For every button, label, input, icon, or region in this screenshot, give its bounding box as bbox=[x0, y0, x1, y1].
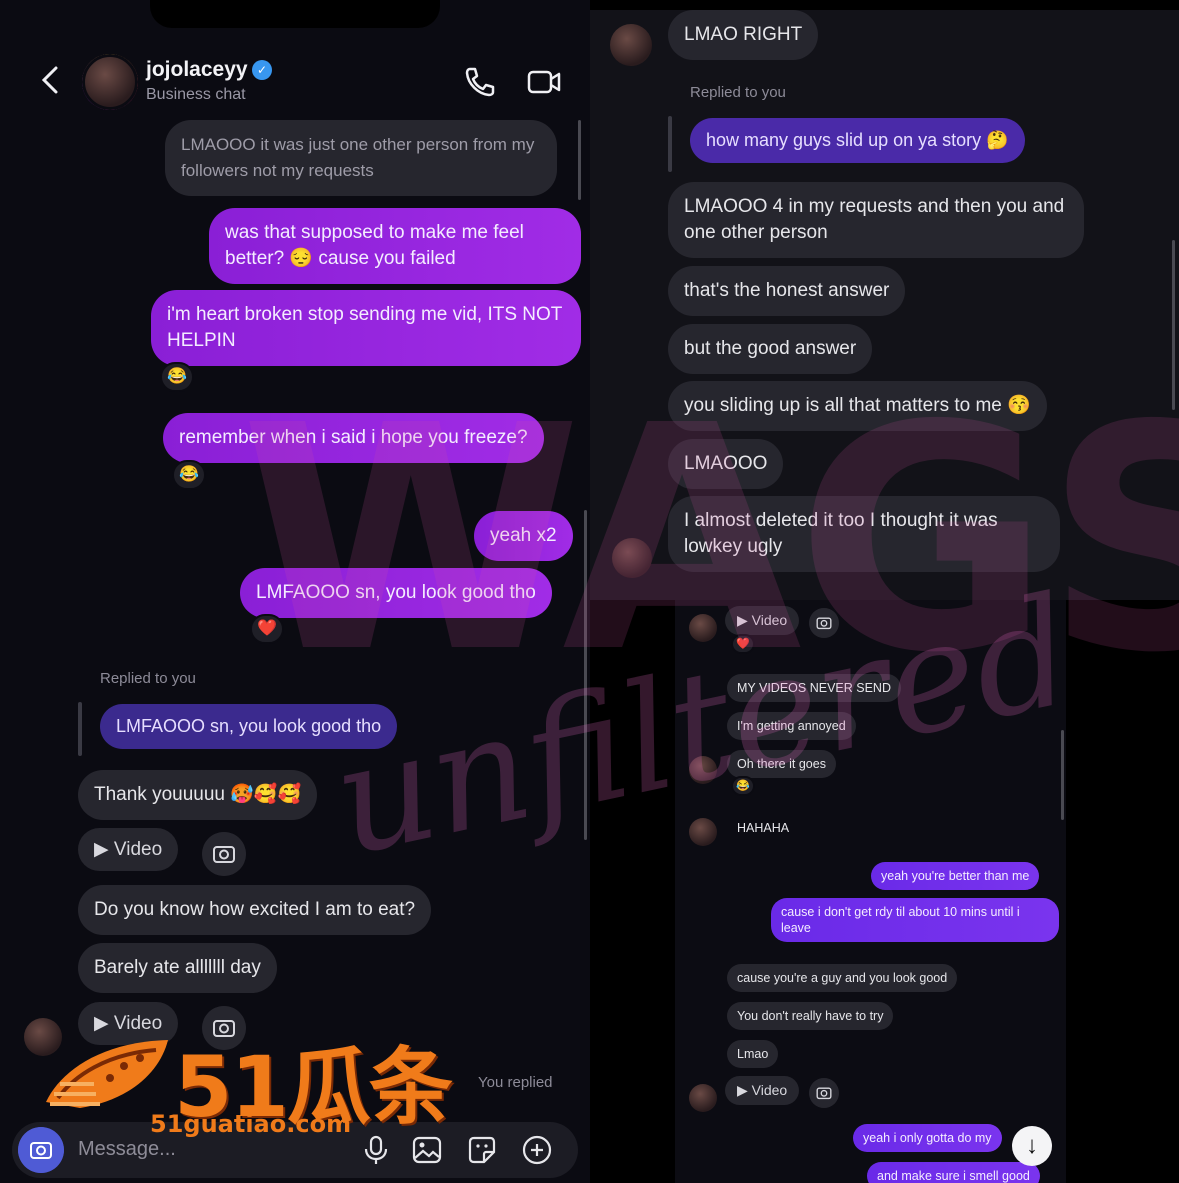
camera-button-icon[interactable] bbox=[18, 1127, 64, 1173]
play-icon: ▶ bbox=[737, 1082, 752, 1098]
video-attachment[interactable]: ▶ Video bbox=[725, 1076, 800, 1105]
site-url: 51guatiao.com bbox=[150, 1110, 352, 1138]
left-screenshot: jojolaceyy ✓ Business chat LMAOOO it was… bbox=[0, 0, 590, 1183]
video-camera-icon[interactable] bbox=[526, 64, 562, 100]
message-outgoing[interactable]: yeah x2 bbox=[474, 511, 573, 561]
watermelon-logo-icon bbox=[46, 1040, 168, 1108]
reaction-emoji[interactable]: ❤️ bbox=[250, 614, 284, 644]
reply-quote[interactable]: how many guys slid up on ya story 🤔 bbox=[690, 118, 1025, 163]
sticker-icon[interactable] bbox=[466, 1134, 498, 1166]
message-incoming[interactable]: Do you know how excited I am to eat? bbox=[78, 885, 432, 935]
phone-notch bbox=[150, 0, 440, 28]
message-incoming[interactable]: but the good answer bbox=[668, 324, 873, 374]
video-label: Video bbox=[113, 1013, 163, 1034]
reaction-emoji[interactable]: 😂 bbox=[731, 776, 755, 796]
video-attachment[interactable]: ▶ Video bbox=[78, 828, 179, 871]
right-bottom-screenshot: ▶ Video ❤️ MY VIDEOS NEVER SEND I'm gett… bbox=[675, 600, 1066, 1183]
message-incoming[interactable]: HAHAHA bbox=[727, 814, 799, 842]
sender-avatar[interactable] bbox=[689, 614, 717, 642]
play-icon: ▶ bbox=[94, 1013, 114, 1034]
avatar[interactable] bbox=[82, 54, 138, 110]
message-incoming[interactable]: you sliding up is all that matters to me… bbox=[668, 381, 1047, 431]
message-outgoing[interactable]: yeah i only gotta do my bbox=[853, 1124, 1002, 1152]
message-incoming[interactable]: Thank youuuuu 🥵🥰🥰 bbox=[78, 770, 318, 820]
chat-subtitle: Business chat bbox=[146, 86, 246, 103]
video-label: Video bbox=[751, 1082, 788, 1098]
replied-label: Replied to you bbox=[100, 670, 196, 687]
message-incoming[interactable]: You don't really have to try bbox=[727, 1002, 894, 1030]
message-outgoing[interactable]: and make sure i smell good bbox=[867, 1162, 1040, 1183]
message-incoming[interactable]: MY VIDEOS NEVER SEND bbox=[727, 674, 901, 702]
you-replied-label: You replied bbox=[478, 1074, 553, 1091]
scrollbar[interactable] bbox=[584, 510, 587, 840]
camera-icon[interactable] bbox=[809, 1078, 839, 1108]
message-incoming[interactable]: Oh there it goes bbox=[727, 750, 836, 778]
sender-avatar[interactable] bbox=[612, 538, 652, 578]
message-incoming[interactable]: LMAO RIGHT bbox=[668, 10, 819, 60]
sender-avatar[interactable] bbox=[689, 818, 717, 846]
reaction-emoji[interactable]: 😂 bbox=[172, 460, 206, 490]
message-outgoing[interactable]: LMFAOOO sn, you look good tho bbox=[240, 568, 552, 618]
sender-avatar[interactable] bbox=[610, 24, 652, 66]
arrow-down-icon[interactable]: ↓ bbox=[1012, 1126, 1052, 1166]
sender-avatar[interactable] bbox=[689, 1084, 717, 1112]
message-outgoing[interactable]: remember when i said i hope you freeze? bbox=[163, 413, 544, 463]
video-attachment[interactable]: ▶ Video bbox=[725, 606, 800, 635]
plus-circle-icon[interactable] bbox=[521, 1134, 553, 1166]
video-label: Video bbox=[113, 839, 163, 860]
reply-quote[interactable]: LMFAOOO sn, you look good tho bbox=[100, 704, 398, 749]
play-icon: ▶ bbox=[737, 612, 752, 628]
message-input[interactable]: Message... bbox=[78, 1138, 176, 1161]
message-incoming[interactable]: Barely ate alllllll day bbox=[78, 943, 277, 993]
message-incoming[interactable]: that's the honest answer bbox=[668, 266, 906, 316]
reply-bar bbox=[78, 702, 82, 756]
verified-badge-icon: ✓ bbox=[252, 60, 272, 80]
scrollbar[interactable] bbox=[578, 120, 581, 200]
message-incoming[interactable]: cause you're a guy and you look good bbox=[727, 964, 958, 992]
message-incoming[interactable]: I'm getting annoyed bbox=[727, 712, 856, 740]
sender-avatar[interactable] bbox=[689, 756, 717, 784]
phone-icon[interactable] bbox=[462, 64, 498, 100]
message-incoming[interactable]: LMAOOO 4 in my requests and then you and… bbox=[668, 182, 1084, 258]
replied-label: Replied to you bbox=[690, 84, 786, 101]
message-incoming[interactable]: LMAOOO it was just one other person from… bbox=[165, 120, 557, 196]
camera-icon[interactable] bbox=[809, 608, 839, 638]
scrollbar[interactable] bbox=[1172, 240, 1175, 410]
reaction-emoji[interactable]: 😂 bbox=[160, 362, 194, 392]
reply-bar bbox=[668, 116, 672, 172]
reaction-emoji[interactable]: ❤️ bbox=[731, 634, 755, 654]
message-incoming[interactable]: I almost deleted it too I thought it was… bbox=[668, 496, 1060, 572]
message-outgoing[interactable]: yeah you're better than me bbox=[871, 862, 1040, 890]
camera-icon[interactable] bbox=[202, 832, 246, 876]
message-outgoing[interactable]: i'm heart broken stop sending me vid, IT… bbox=[151, 290, 581, 366]
message-incoming[interactable]: Lmao bbox=[727, 1040, 779, 1068]
message-outgoing[interactable]: was that supposed to make me feel better… bbox=[209, 208, 581, 284]
play-icon: ▶ bbox=[94, 839, 114, 860]
chat-username[interactable]: jojolaceyy bbox=[146, 58, 248, 82]
right-top-screenshot: LMAO RIGHT Replied to you how many guys … bbox=[590, 10, 1179, 600]
scrollbar[interactable] bbox=[1061, 730, 1064, 820]
message-incoming[interactable]: LMAOOO bbox=[668, 439, 784, 489]
chevron-left-icon[interactable] bbox=[40, 66, 60, 94]
message-outgoing[interactable]: cause i don't get rdy til about 10 mins … bbox=[771, 898, 1059, 942]
video-label: Video bbox=[751, 612, 788, 628]
